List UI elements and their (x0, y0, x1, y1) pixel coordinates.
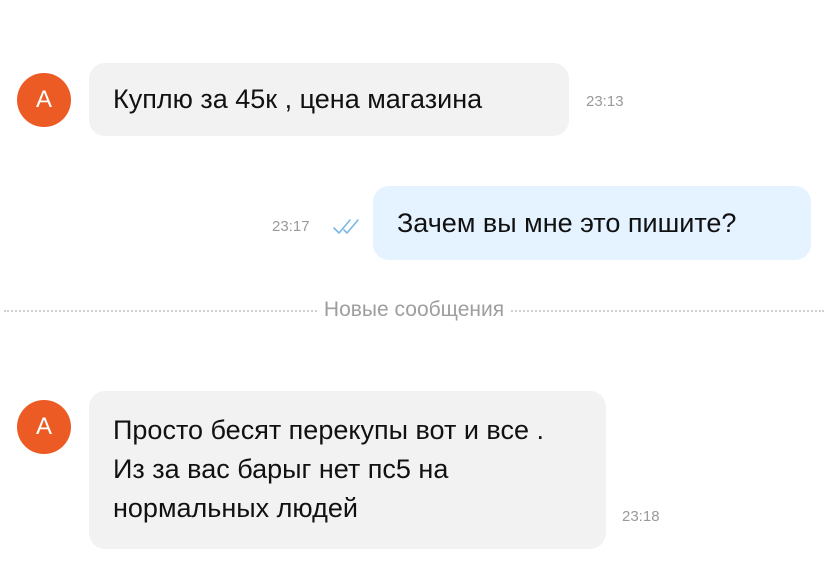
message-time: 23:17 (272, 218, 310, 235)
message-text: Зачем вы мне это пишите? (397, 208, 737, 238)
message-bubble-incoming[interactable]: Куплю за 45к , цена магазина (89, 63, 569, 136)
new-messages-divider: Новые сообщения (0, 298, 828, 322)
divider-label: Новые сообщения (317, 298, 511, 321)
avatar[interactable]: А (17, 73, 71, 127)
message-time: 23:18 (622, 508, 660, 525)
message-bubble-outgoing[interactable]: Зачем вы мне это пишите? (373, 186, 811, 260)
message-text: Куплю за 45к , цена магазина (113, 84, 483, 114)
avatar[interactable]: А (17, 400, 71, 454)
message-time: 23:13 (586, 93, 624, 110)
double-check-icon (333, 219, 359, 234)
message-bubble-incoming[interactable]: Просто бесят перекупы вот и все . Из за … (89, 391, 606, 549)
message-text: Просто бесят перекупы вот и все . Из за … (113, 415, 544, 523)
